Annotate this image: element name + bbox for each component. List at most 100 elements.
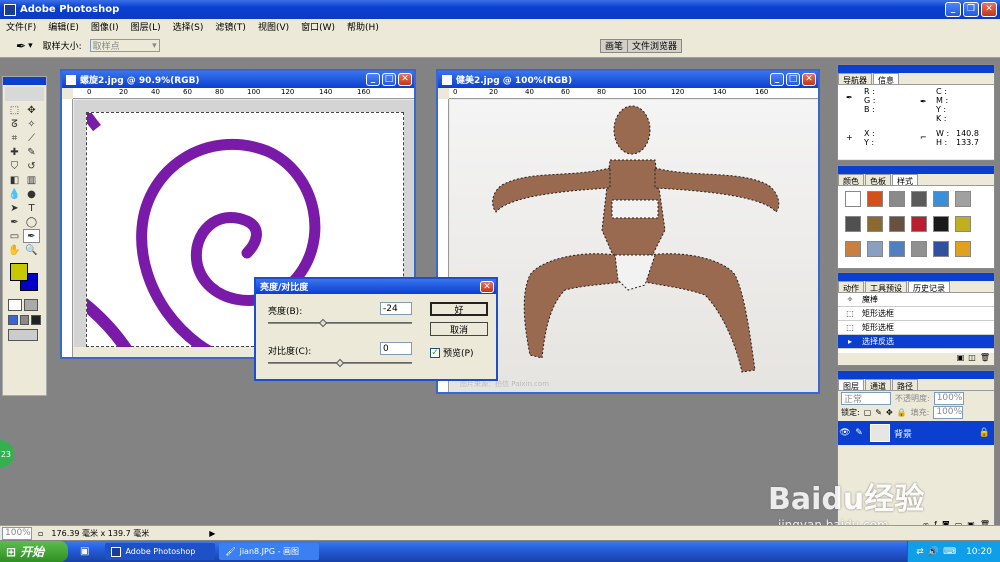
tab-channels[interactable]: 通道 <box>865 379 891 391</box>
tab-actions[interactable]: 动作 <box>838 281 864 293</box>
tab-color[interactable]: 颜色 <box>838 174 864 186</box>
style-swatch[interactable] <box>911 191 927 207</box>
restore-button[interactable]: ❐ <box>963 2 979 17</box>
taskbar-photoshop[interactable]: Adobe Photoshop <box>105 543 216 560</box>
history-item[interactable]: ✧ 魔棒 <box>838 293 994 307</box>
style-swatch[interactable] <box>845 216 861 232</box>
style-swatch[interactable] <box>933 216 949 232</box>
minimize-button[interactable]: _ <box>945 2 961 17</box>
taskbar-paint[interactable]: 🖌 jian8.JPG - 画图 <box>219 543 320 560</box>
notes-tool-icon[interactable]: ▭ <box>6 229 23 243</box>
tab-swatches[interactable]: 色板 <box>865 174 891 186</box>
style-swatch[interactable] <box>889 241 905 257</box>
menu-select[interactable]: 选择(S) <box>167 20 210 33</box>
brightness-input[interactable]: -24 <box>380 302 412 315</box>
doc-minimize-button[interactable]: _ <box>366 73 380 86</box>
style-swatch[interactable] <box>867 191 883 207</box>
screen-mode-full-menu-icon[interactable] <box>19 315 30 325</box>
jump-to-imageready-icon[interactable] <box>8 329 38 341</box>
preview-checkbox[interactable]: ✓ <box>430 347 440 358</box>
start-button[interactable]: ⊞ 开始 <box>0 541 68 562</box>
lock-position-icon[interactable]: ✥ <box>886 408 893 417</box>
style-swatch[interactable] <box>889 216 905 232</box>
blend-mode-select[interactable]: 正常 <box>841 391 891 405</box>
style-swatch[interactable] <box>845 191 861 207</box>
history-item-active[interactable]: ▸ 选择反选 <box>838 335 994 349</box>
history-brush-tool-icon[interactable]: ↺ <box>23 159 40 173</box>
eye-visibility-icon[interactable]: 👁 <box>838 428 852 438</box>
shape-tool-icon[interactable]: ◯ <box>23 215 40 229</box>
screen-mode-full-icon[interactable] <box>31 315 42 325</box>
trash-icon[interactable]: 🗑 <box>980 353 990 365</box>
close-button[interactable]: ✕ <box>981 2 997 17</box>
adobe-logo[interactable] <box>5 87 44 101</box>
canvas-photo[interactable]: 图片来源：拍信 Paixin.com <box>450 100 818 392</box>
brightness-slider[interactable] <box>268 322 412 324</box>
blur-tool-icon[interactable]: 💧 <box>6 187 23 201</box>
color-picker[interactable] <box>6 261 43 295</box>
brush-link-icon[interactable]: ✎ <box>852 428 866 438</box>
type-tool-icon[interactable]: T <box>23 201 40 215</box>
tab-navigator[interactable]: 导航器 <box>838 73 872 85</box>
eyedropper-tool-icon[interactable]: ✒ <box>16 39 26 53</box>
doc-maximize-button[interactable]: □ <box>786 73 800 86</box>
tab-history[interactable]: 历史记录 <box>908 281 950 293</box>
crop-tool-icon[interactable]: ⌗ <box>6 131 23 145</box>
sample-size-select[interactable]: 取样点 ▾ <box>89 39 160 52</box>
contrast-input[interactable]: 0 <box>380 342 412 355</box>
style-swatch[interactable] <box>911 241 927 257</box>
menu-file[interactable]: 文件(F) <box>0 20 42 33</box>
lock-image-icon[interactable]: ✎ <box>875 408 882 417</box>
layer-row-background[interactable]: 👁 ✎ 背景 🔒 <box>838 421 994 445</box>
history-item[interactable]: ⬚ 矩形选框 <box>838 321 994 335</box>
tab-layers[interactable]: 图层 <box>838 379 864 391</box>
style-swatch[interactable] <box>955 216 971 232</box>
tab-styles[interactable]: 样式 <box>892 174 918 186</box>
style-swatch[interactable] <box>911 216 927 232</box>
pen-tool-icon[interactable]: ✒ <box>6 215 23 229</box>
eraser-tool-icon[interactable]: ◧ <box>6 173 23 187</box>
menu-filter[interactable]: 滤镜(T) <box>209 20 252 33</box>
brightness-slider-thumb[interactable] <box>318 318 327 328</box>
quick-launch-icon[interactable]: ▣ <box>80 546 89 557</box>
fill-input[interactable]: 100% <box>933 405 964 419</box>
tool-preset-dropdown-icon[interactable]: ▾ <box>28 41 33 51</box>
standard-mode-icon[interactable] <box>8 299 22 311</box>
style-swatch[interactable] <box>955 191 971 207</box>
dialog-close-button[interactable]: ✕ <box>480 280 494 293</box>
tab-info[interactable]: 信息 <box>873 73 899 85</box>
style-swatch[interactable] <box>867 241 883 257</box>
doc-close-button[interactable]: ✕ <box>802 73 816 86</box>
tray-ime-icon[interactable]: ⌨ <box>943 547 956 557</box>
tab-tool-presets[interactable]: 工具预设 <box>865 281 907 293</box>
lasso-tool-icon[interactable]: ᘔ <box>6 117 23 131</box>
magic-wand-tool-icon[interactable]: ✧ <box>23 117 40 131</box>
tab-paths[interactable]: 路径 <box>892 379 918 391</box>
zoom-level-field[interactable]: 100% <box>2 526 32 540</box>
eyedropper-tool-icon[interactable]: ✒ <box>23 229 40 243</box>
snapshot-icon[interactable]: ◫ <box>968 353 976 365</box>
marquee-tool-icon[interactable]: ⬚ <box>6 103 23 117</box>
style-swatch[interactable] <box>889 191 905 207</box>
style-swatch[interactable] <box>955 241 971 257</box>
tray-network-icon[interactable]: ⇄ <box>916 547 924 557</box>
menu-help[interactable]: 帮助(H) <box>341 20 385 33</box>
cancel-button[interactable]: 取消 <box>430 322 488 336</box>
style-swatch[interactable] <box>867 216 883 232</box>
doc-maximize-button[interactable]: □ <box>382 73 396 86</box>
zoom-tool-icon[interactable]: 🔍 <box>23 243 40 257</box>
green-badge[interactable]: 23 <box>0 440 14 468</box>
new-document-icon[interactable]: ▣ <box>957 353 965 365</box>
gradient-tool-icon[interactable]: ▥ <box>23 173 40 187</box>
opacity-input[interactable]: 100% <box>933 391 964 405</box>
menu-edit[interactable]: 编辑(E) <box>42 20 85 33</box>
hand-tool-icon[interactable]: ✋ <box>6 243 23 257</box>
doc-close-button[interactable]: ✕ <box>398 73 412 86</box>
foreground-color-swatch[interactable] <box>10 263 28 281</box>
menu-view[interactable]: 视图(V) <box>252 20 295 33</box>
tab-brushes[interactable]: 画笔 <box>601 39 628 52</box>
move-tool-icon[interactable]: ✥ <box>23 103 40 117</box>
lock-transparency-icon[interactable]: ▢ <box>864 408 872 417</box>
screen-mode-standard-icon[interactable] <box>8 315 18 325</box>
tab-file-browser[interactable]: 文件浏览器 <box>628 39 681 52</box>
